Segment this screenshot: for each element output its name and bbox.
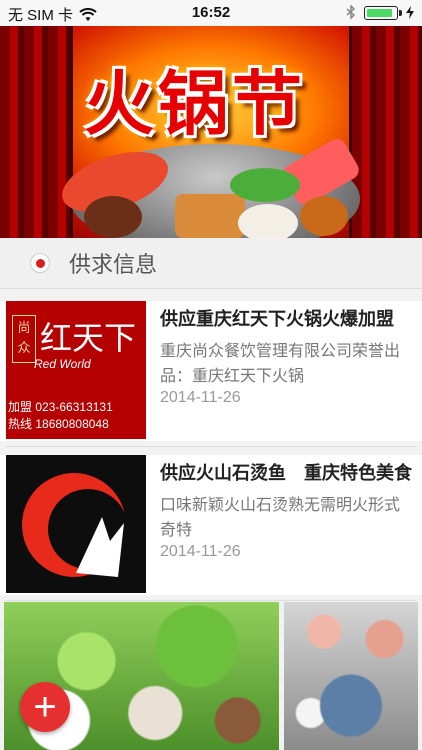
thumb-brand-en: Red World: [34, 357, 91, 371]
mushroom-image: [84, 196, 142, 238]
item-date: 2014-11-26: [160, 389, 241, 406]
item-title: 供应火山石烫鱼 重庆特色美食: [160, 463, 412, 483]
add-button[interactable]: +: [20, 682, 70, 732]
list-item[interactable]: 供应火山石烫鱼 重庆特色美食 口味新颖火山石烫熟无需明火形式奇特 2014-11…: [0, 455, 422, 595]
section-title: 供求信息: [69, 252, 158, 277]
status-right: [346, 5, 414, 20]
meatball-image: [300, 196, 348, 236]
item-date: 2014-11-26: [160, 543, 241, 560]
promo-banner[interactable]: 火锅节: [0, 26, 422, 238]
thumb-phone-1: 023-66313131: [35, 400, 113, 414]
gallery-image-buffet[interactable]: [284, 602, 418, 750]
item-thumbnail: [6, 455, 146, 593]
status-bar: 无 SIM 卡 16:52: [0, 0, 422, 26]
section-bullet-icon: [30, 253, 50, 273]
tofu-image: [175, 194, 245, 238]
item-description: 口味新颖火山石烫熟无需明火形式奇特: [160, 497, 401, 539]
image-gallery: [0, 602, 422, 750]
thumb-phone-label-1: 加盟: [8, 400, 33, 414]
curtain-right: [349, 26, 422, 238]
thumb-brand-cn: 红天下: [40, 319, 137, 357]
battery-fill: [367, 8, 392, 17]
thumb-shang-zhong: 尚众: [12, 315, 36, 363]
item-thumbnail: 尚众 红天下 Red World 加盟 023-66313131 热线 1868…: [6, 301, 146, 439]
divider: [6, 600, 416, 601]
battery-icon: [364, 5, 402, 20]
greens-image: [230, 168, 300, 202]
item-description: 重庆尚众餐饮管理有限公司荣誉出品：重庆红天下火锅: [160, 343, 401, 385]
squid-image: [238, 204, 298, 238]
thumb-phones: 加盟 023-66313131 热线 18680808048: [8, 399, 113, 433]
list-item[interactable]: 尚众 红天下 Red World 加盟 023-66313131 热线 1868…: [0, 301, 422, 441]
divider: [6, 446, 416, 447]
banner-title: 火锅节: [84, 62, 306, 145]
bluetooth-icon: [346, 5, 356, 20]
battery-nub: [399, 9, 402, 16]
section-header: 供求信息: [0, 238, 422, 289]
item-title: 供应重庆红天下火锅火爆加盟: [160, 309, 394, 329]
charging-icon: [406, 6, 414, 19]
volcano-logo-icon: [22, 473, 128, 577]
thumb-phone-label-2: 热线: [8, 417, 33, 431]
curtain-left: [0, 26, 73, 238]
thumb-phone-2: 18680808048: [35, 417, 109, 431]
